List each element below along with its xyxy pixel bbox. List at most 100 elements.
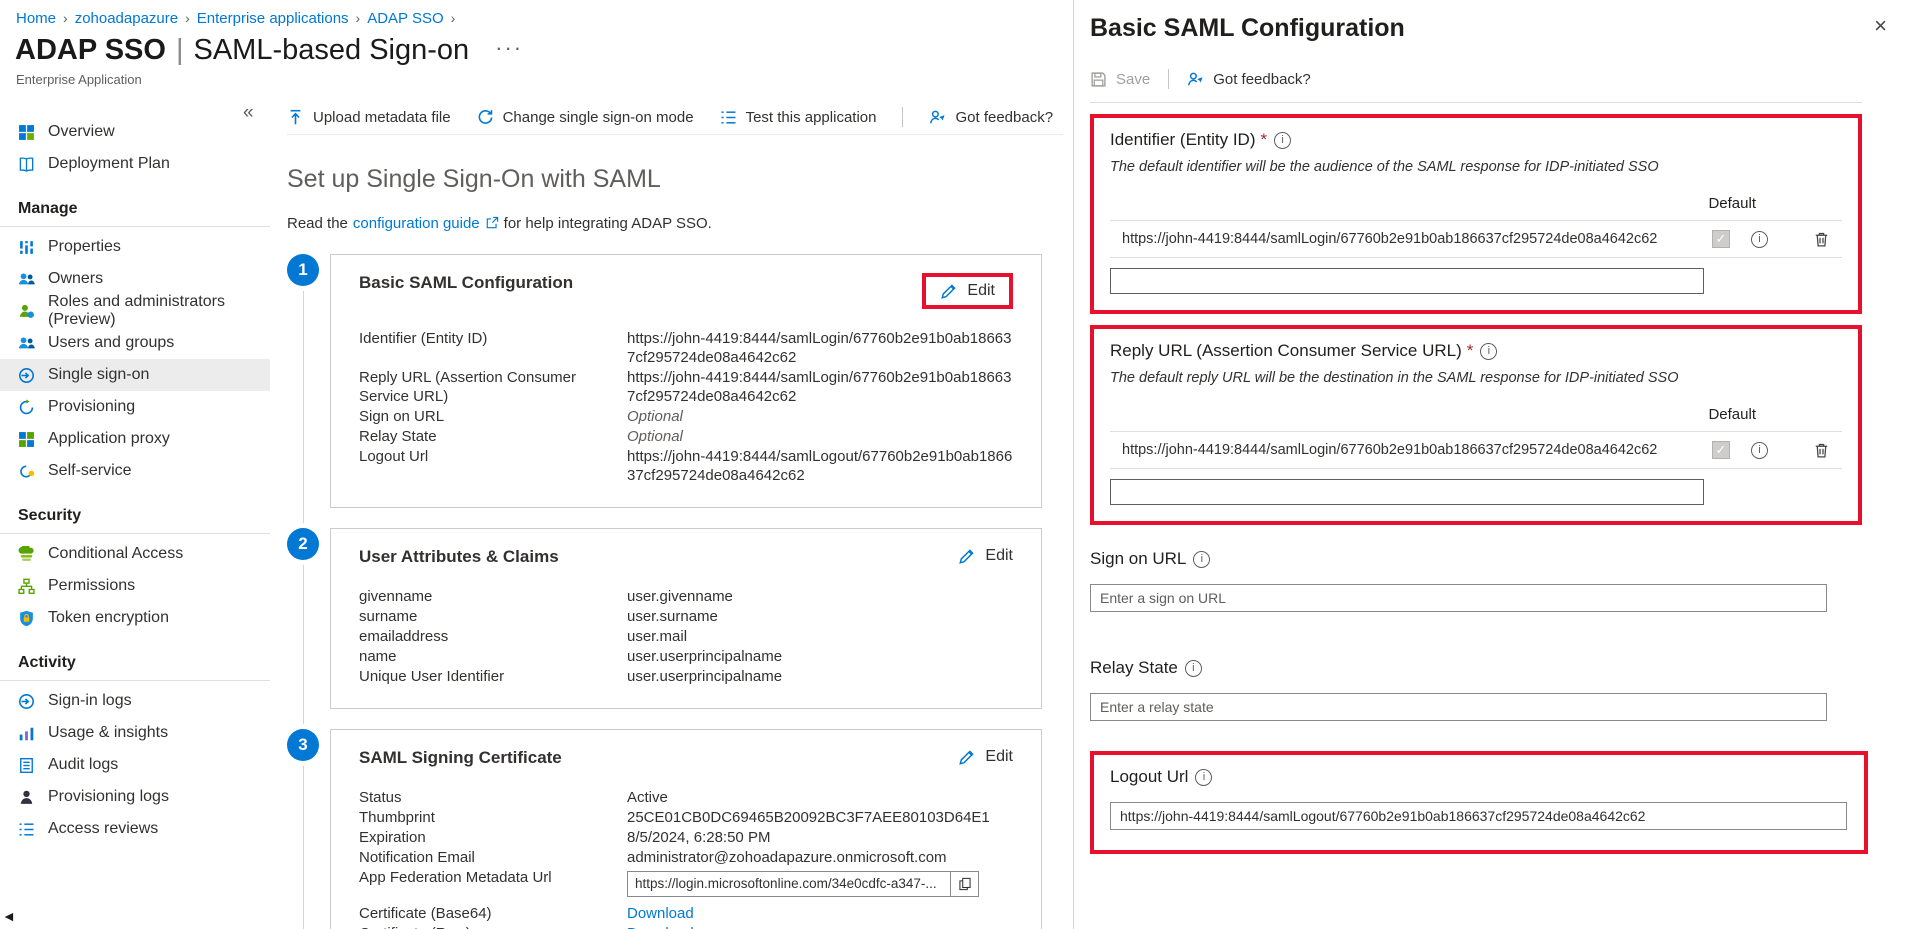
identifier-description: The default identifier will be the audie… bbox=[1110, 159, 1842, 175]
sidebar-item-label: Overview bbox=[48, 123, 115, 141]
breadcrumb-separator: › bbox=[356, 10, 361, 26]
info-icon[interactable] bbox=[1480, 343, 1497, 360]
card-rows: Identifier (Entity ID)https://john-4419:… bbox=[359, 329, 1013, 485]
delete-row-button[interactable] bbox=[1813, 442, 1830, 459]
info-icon[interactable] bbox=[1195, 769, 1212, 786]
test-this-application-button[interactable]: Test this application bbox=[720, 109, 877, 126]
info-icon[interactable] bbox=[1185, 660, 1202, 677]
sidebar-item-deployment-plan[interactable]: Deployment Plan bbox=[0, 148, 270, 180]
title-separator: | bbox=[176, 34, 184, 66]
row-value bbox=[627, 868, 1013, 903]
delete-row-button[interactable] bbox=[1813, 231, 1830, 248]
row-value: https://john-4419:8444/samlLogout/67760b… bbox=[627, 447, 1013, 485]
info-icon[interactable] bbox=[1751, 231, 1768, 248]
row-label: Logout Url bbox=[359, 447, 627, 485]
sidebar-item-provisioning-logs[interactable]: Provisioning logs bbox=[0, 781, 270, 813]
sidebar-item-token-encryption[interactable]: Token encryption bbox=[0, 602, 270, 634]
got-feedback-button[interactable]: Got feedback? bbox=[929, 109, 1053, 126]
row-value: https://john-4419:8444/samlLogin/67760b2… bbox=[627, 329, 1013, 367]
sidebar-item-properties[interactable]: Properties bbox=[0, 231, 270, 263]
close-icon[interactable]: × bbox=[1868, 14, 1893, 38]
row-value: Optional bbox=[627, 427, 1013, 446]
default-checkbox[interactable] bbox=[1712, 441, 1730, 459]
save-button[interactable]: Save bbox=[1090, 71, 1150, 88]
breadcrumb-separator: › bbox=[451, 10, 456, 26]
sidebar-item-conditional-access[interactable]: Conditional Access bbox=[0, 538, 270, 570]
sidebar-item-audit-logs[interactable]: Audit logs bbox=[0, 749, 270, 781]
sso-icon bbox=[18, 367, 35, 384]
sidebar-item-single-sign-on[interactable]: Single sign-on bbox=[0, 359, 270, 391]
download-link[interactable]: Download bbox=[627, 905, 694, 922]
sidebar-item-roles-and-administrators-preview[interactable]: Roles and administrators (Preview) bbox=[0, 295, 270, 327]
sidebar-item-self-service[interactable]: Self-service bbox=[0, 455, 270, 487]
got-feedback-button[interactable]: Got feedback? bbox=[1187, 71, 1311, 88]
sidebar-item-access-reviews[interactable]: Access reviews bbox=[0, 813, 270, 845]
info-icon[interactable] bbox=[1274, 132, 1291, 149]
breadcrumb-link-adap-sso[interactable]: ADAP SSO bbox=[367, 10, 443, 27]
properties-icon bbox=[18, 239, 35, 256]
sidebar-section-manage: Manage bbox=[0, 194, 270, 227]
relay-state-input[interactable] bbox=[1090, 693, 1827, 721]
sidebar-item-label: Sign-in logs bbox=[48, 692, 132, 710]
sidebar-item-users-and-groups[interactable]: Users and groups bbox=[0, 327, 270, 359]
sign-in-icon bbox=[18, 693, 35, 710]
row-label: Certificate (Base64) bbox=[359, 904, 627, 923]
row-label: Status bbox=[359, 788, 627, 807]
card-rows: StatusActiveThumbprint25CE01CB0DC69465B2… bbox=[359, 788, 1013, 929]
sidebar-item-label: Provisioning bbox=[48, 398, 135, 416]
sidebar: Overview Deployment Plan Manage PropertiesO… bbox=[0, 100, 270, 929]
scroll-left-arrow[interactable]: ◄ bbox=[2, 908, 16, 924]
chart-icon bbox=[18, 725, 35, 742]
edit-button[interactable]: Edit bbox=[958, 547, 1013, 565]
default-column-header: Default bbox=[1110, 195, 1842, 212]
sidebar-item-owners[interactable]: Owners bbox=[0, 263, 270, 295]
sidebar-item-usage-insights[interactable]: Usage & insights bbox=[0, 717, 270, 749]
row-value: administrator@zohoadapazure.onmicrosoft.… bbox=[627, 848, 1013, 867]
reply-url-url-value: https://john-4419:8444/samlLogin/67760b2… bbox=[1110, 442, 1712, 458]
edit-button[interactable]: Edit bbox=[940, 282, 995, 300]
change-single-sign-on-mode-button[interactable]: Change single sign-on mode bbox=[477, 109, 694, 126]
info-icon[interactable] bbox=[1751, 442, 1768, 459]
basic-saml-config-panel: × Basic SAML Configuration Save Got feed… bbox=[1073, 0, 1917, 929]
sidebar-item-provisioning[interactable]: Provisioning bbox=[0, 391, 270, 423]
edit-button[interactable]: Edit bbox=[958, 748, 1013, 766]
reply-url-rows: https://john-4419:8444/samlLogin/67760b2… bbox=[1110, 431, 1842, 469]
configuration-guide-link[interactable]: configuration guide bbox=[353, 215, 480, 232]
external-link-icon bbox=[485, 216, 499, 230]
breadcrumb-link-enterprise-applications[interactable]: Enterprise applications bbox=[197, 10, 349, 27]
sidebar-item-overview[interactable]: Overview bbox=[0, 116, 270, 148]
section-number-badge: 1 bbox=[287, 254, 319, 286]
sidebar-item-permissions[interactable]: Permissions bbox=[0, 570, 270, 602]
default-checkbox[interactable] bbox=[1712, 230, 1730, 248]
info-icon[interactable] bbox=[1193, 551, 1210, 568]
row-label: givenname bbox=[359, 587, 627, 606]
sidebar-item-sign-in-logs[interactable]: Sign-in logs bbox=[0, 685, 270, 717]
sign-on-url-input[interactable] bbox=[1090, 584, 1827, 612]
logout-url-input[interactable] bbox=[1110, 802, 1847, 830]
feedback-label: Got feedback? bbox=[955, 109, 1053, 126]
identifier-url-value: https://john-4419:8444/samlLogin/67760b2… bbox=[1110, 231, 1712, 247]
reply-url-new-input[interactable] bbox=[1110, 479, 1704, 505]
metadata-url-input[interactable] bbox=[627, 871, 951, 897]
card-header: User Attributes & ClaimsEdit bbox=[359, 547, 1013, 567]
row-label: App Federation Metadata Url bbox=[359, 868, 627, 903]
copy-button[interactable] bbox=[951, 871, 979, 897]
breadcrumb-link-home[interactable]: Home bbox=[16, 10, 56, 27]
breadcrumb-link-zohoadapazure[interactable]: zohoadapazure bbox=[75, 10, 178, 27]
more-menu-icon[interactable]: ··· bbox=[495, 35, 523, 60]
sync-icon bbox=[18, 399, 35, 416]
main-content: Upload metadata file Change single sign-o… bbox=[271, 100, 1073, 929]
upload-metadata-file-button[interactable]: Upload metadata file bbox=[287, 109, 451, 126]
feedback-icon bbox=[929, 109, 946, 126]
required-asterisk: * bbox=[1261, 130, 1268, 150]
people-icon bbox=[18, 335, 35, 352]
download-link[interactable]: Download bbox=[627, 925, 694, 929]
identifier-rows: https://john-4419:8444/samlLogin/67760b2… bbox=[1110, 220, 1842, 258]
identifier-row: https://john-4419:8444/samlLogin/67760b2… bbox=[1110, 221, 1842, 258]
metadata-url-group bbox=[627, 871, 979, 897]
sso-mode-title: SAML-based Sign-on bbox=[194, 34, 470, 66]
section-2: 2User Attributes & ClaimsEditgivennameus… bbox=[287, 528, 1063, 709]
row-label: Certificate (Raw) bbox=[359, 924, 627, 929]
sidebar-item-application-proxy[interactable]: Application proxy bbox=[0, 423, 270, 455]
identifier-new-input[interactable] bbox=[1110, 268, 1704, 294]
